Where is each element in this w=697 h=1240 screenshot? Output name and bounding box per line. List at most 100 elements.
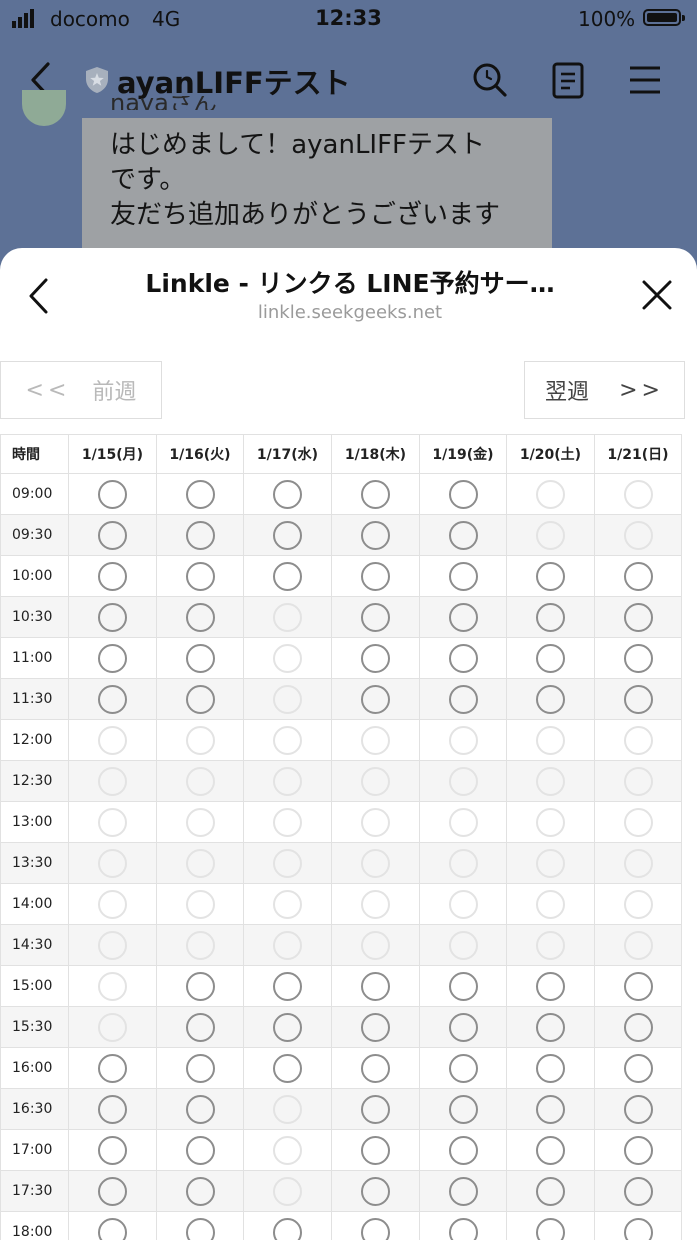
available-slot-icon[interactable] bbox=[623, 643, 653, 673]
available-slot-icon[interactable] bbox=[623, 561, 653, 591]
available-slot-icon[interactable] bbox=[273, 1053, 302, 1083]
available-slot-icon[interactable] bbox=[98, 520, 127, 550]
available-slot-icon[interactable] bbox=[273, 1012, 302, 1042]
slot-cell[interactable] bbox=[244, 1212, 332, 1240]
slot-cell[interactable] bbox=[69, 638, 157, 679]
notes-icon[interactable] bbox=[548, 60, 588, 100]
available-slot-icon[interactable] bbox=[448, 1094, 478, 1124]
available-slot-icon[interactable] bbox=[536, 602, 565, 632]
available-slot-icon[interactable] bbox=[273, 520, 302, 550]
slot-cell[interactable] bbox=[420, 1089, 507, 1130]
slot-cell[interactable] bbox=[157, 966, 244, 1007]
slot-cell[interactable] bbox=[244, 515, 332, 556]
slot-cell[interactable] bbox=[507, 1007, 595, 1048]
slot-cell[interactable] bbox=[69, 597, 157, 638]
available-slot-icon[interactable] bbox=[185, 520, 215, 550]
slot-cell[interactable] bbox=[332, 1130, 420, 1171]
slot-cell[interactable] bbox=[69, 1130, 157, 1171]
available-slot-icon[interactable] bbox=[623, 1135, 653, 1165]
available-slot-icon[interactable] bbox=[448, 971, 478, 1001]
slot-cell[interactable] bbox=[244, 966, 332, 1007]
slot-cell[interactable] bbox=[157, 474, 244, 515]
available-slot-icon[interactable] bbox=[273, 479, 302, 509]
slot-cell[interactable] bbox=[595, 1212, 682, 1240]
slot-cell[interactable] bbox=[420, 1212, 507, 1240]
available-slot-icon[interactable] bbox=[361, 971, 390, 1001]
slot-cell[interactable] bbox=[420, 556, 507, 597]
slot-cell[interactable] bbox=[507, 1048, 595, 1089]
available-slot-icon[interactable] bbox=[185, 1217, 215, 1240]
available-slot-icon[interactable] bbox=[623, 1176, 653, 1206]
available-slot-icon[interactable] bbox=[185, 1094, 215, 1124]
available-slot-icon[interactable] bbox=[448, 1053, 478, 1083]
slot-cell[interactable] bbox=[157, 679, 244, 720]
slot-cell[interactable] bbox=[157, 638, 244, 679]
slot-cell[interactable] bbox=[332, 597, 420, 638]
available-slot-icon[interactable] bbox=[536, 1217, 565, 1240]
slot-cell[interactable] bbox=[157, 1171, 244, 1212]
slot-cell[interactable] bbox=[157, 1212, 244, 1240]
available-slot-icon[interactable] bbox=[98, 602, 127, 632]
slot-cell[interactable] bbox=[69, 1089, 157, 1130]
available-slot-icon[interactable] bbox=[623, 684, 653, 714]
slot-cell[interactable] bbox=[332, 1212, 420, 1240]
available-slot-icon[interactable] bbox=[623, 602, 653, 632]
available-slot-icon[interactable] bbox=[273, 561, 302, 591]
available-slot-icon[interactable] bbox=[536, 684, 565, 714]
slot-cell[interactable] bbox=[332, 638, 420, 679]
available-slot-icon[interactable] bbox=[448, 1217, 478, 1240]
slot-cell[interactable] bbox=[69, 515, 157, 556]
slot-cell[interactable] bbox=[332, 556, 420, 597]
available-slot-icon[interactable] bbox=[448, 602, 478, 632]
slot-cell[interactable] bbox=[332, 515, 420, 556]
slot-cell[interactable] bbox=[420, 515, 507, 556]
available-slot-icon[interactable] bbox=[361, 1217, 390, 1240]
available-slot-icon[interactable] bbox=[623, 971, 653, 1001]
slot-cell[interactable] bbox=[157, 1048, 244, 1089]
available-slot-icon[interactable] bbox=[185, 561, 215, 591]
available-slot-icon[interactable] bbox=[185, 643, 215, 673]
available-slot-icon[interactable] bbox=[536, 1012, 565, 1042]
prev-week-button[interactable]: << 前週 bbox=[0, 361, 162, 419]
slot-cell[interactable] bbox=[420, 1171, 507, 1212]
available-slot-icon[interactable] bbox=[623, 1217, 653, 1240]
slot-cell[interactable] bbox=[332, 966, 420, 1007]
slot-cell[interactable] bbox=[420, 1007, 507, 1048]
slot-cell[interactable] bbox=[69, 1171, 157, 1212]
slot-cell[interactable] bbox=[595, 1089, 682, 1130]
available-slot-icon[interactable] bbox=[448, 643, 478, 673]
available-slot-icon[interactable] bbox=[361, 479, 390, 509]
available-slot-icon[interactable] bbox=[98, 1176, 127, 1206]
slot-cell[interactable] bbox=[332, 1007, 420, 1048]
slot-cell[interactable] bbox=[595, 1130, 682, 1171]
slot-cell[interactable] bbox=[507, 1212, 595, 1240]
slot-cell[interactable] bbox=[595, 556, 682, 597]
slot-cell[interactable] bbox=[595, 679, 682, 720]
slot-cell[interactable] bbox=[332, 1089, 420, 1130]
available-slot-icon[interactable] bbox=[536, 1135, 565, 1165]
available-slot-icon[interactable] bbox=[185, 1176, 215, 1206]
available-slot-icon[interactable] bbox=[536, 1094, 565, 1124]
slot-cell[interactable] bbox=[595, 597, 682, 638]
slot-cell[interactable] bbox=[69, 1212, 157, 1240]
available-slot-icon[interactable] bbox=[98, 1053, 127, 1083]
available-slot-icon[interactable] bbox=[98, 643, 127, 673]
available-slot-icon[interactable] bbox=[448, 1176, 478, 1206]
slot-cell[interactable] bbox=[595, 638, 682, 679]
available-slot-icon[interactable] bbox=[536, 1176, 565, 1206]
slot-cell[interactable] bbox=[507, 1089, 595, 1130]
slot-cell[interactable] bbox=[157, 1130, 244, 1171]
slot-cell[interactable] bbox=[69, 679, 157, 720]
available-slot-icon[interactable] bbox=[448, 684, 478, 714]
available-slot-icon[interactable] bbox=[448, 1012, 478, 1042]
slot-cell[interactable] bbox=[157, 1089, 244, 1130]
available-slot-icon[interactable] bbox=[273, 1217, 302, 1240]
available-slot-icon[interactable] bbox=[361, 602, 390, 632]
available-slot-icon[interactable] bbox=[185, 1135, 215, 1165]
available-slot-icon[interactable] bbox=[98, 561, 127, 591]
available-slot-icon[interactable] bbox=[536, 561, 565, 591]
available-slot-icon[interactable] bbox=[448, 479, 478, 509]
slot-cell[interactable] bbox=[332, 1171, 420, 1212]
slot-cell[interactable] bbox=[420, 1130, 507, 1171]
search-icon[interactable] bbox=[470, 60, 510, 100]
